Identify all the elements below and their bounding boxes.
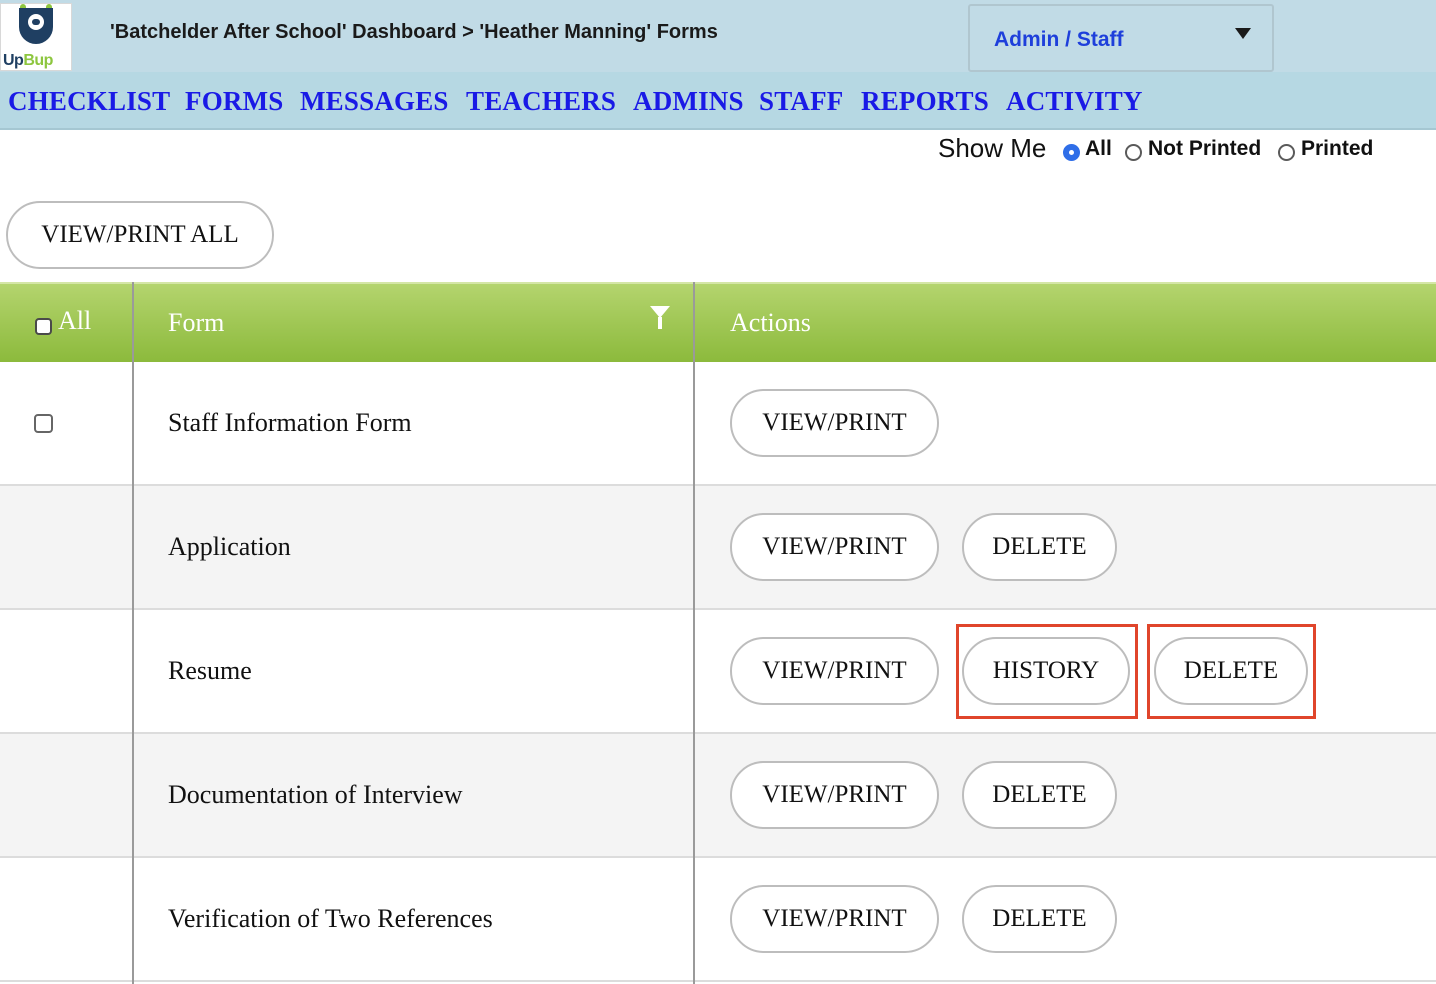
header-actions: Actions: [730, 308, 811, 337]
view-print-all-button[interactable]: VIEW/PRINT ALL: [6, 201, 274, 269]
view-print-button[interactable]: VIEW/PRINT: [730, 637, 939, 705]
forms-table: All Form Actions Staff Information Form …: [0, 282, 1436, 984]
form-name: Documentation of Interview: [168, 780, 463, 809]
view-print-button[interactable]: VIEW/PRINT: [730, 513, 939, 581]
role-dropdown-value: Admin / Staff: [994, 28, 1124, 51]
nav-checklist[interactable]: CHECKLIST: [8, 86, 170, 117]
delete-button[interactable]: DELETE: [962, 885, 1117, 953]
show-me-label: Show Me: [938, 133, 1047, 163]
radio-all-label[interactable]: All: [1085, 137, 1112, 161]
row-checkbox[interactable]: [34, 414, 53, 433]
column-divider: [693, 282, 695, 984]
nav-activity[interactable]: ACTIVITY: [1006, 86, 1143, 117]
radio-printed-label[interactable]: Printed: [1301, 137, 1373, 161]
header-all: All: [58, 306, 92, 335]
top-header: UpBup 'Batchelder After School' Dashboar…: [0, 0, 1436, 72]
history-button[interactable]: HISTORY: [962, 637, 1130, 705]
role-dropdown[interactable]: Admin / Staff: [968, 4, 1274, 72]
delete-button[interactable]: DELETE: [1154, 637, 1308, 705]
filter-icon[interactable]: [650, 306, 670, 329]
nav-forms[interactable]: FORMS: [185, 86, 284, 117]
delete-button[interactable]: DELETE: [962, 761, 1117, 829]
header-form[interactable]: Form: [168, 308, 224, 338]
view-print-button[interactable]: VIEW/PRINT: [730, 389, 939, 457]
breadcrumb: 'Batchelder After School' Dashboard > 'H…: [110, 21, 718, 43]
table-row: Verification of Two References VIEW/PRIN…: [0, 858, 1436, 982]
radio-all[interactable]: [1063, 144, 1080, 161]
form-name: Application: [168, 532, 291, 561]
dropdown-caret-icon: [1235, 28, 1251, 39]
table-row: Application VIEW/PRINT DELETE: [0, 486, 1436, 610]
table-row: Staff Information Form VIEW/PRINT: [0, 362, 1436, 486]
main-nav: CHECKLIST FORMS MESSAGES TEACHERS ADMINS…: [0, 72, 1436, 130]
table-row: Documentation of Interview VIEW/PRINT DE…: [0, 734, 1436, 858]
column-divider: [132, 282, 134, 984]
nav-messages[interactable]: MESSAGES: [300, 86, 449, 117]
table-header: All Form Actions: [0, 282, 1436, 362]
form-name: Resume: [168, 656, 252, 685]
form-name: Verification of Two References: [168, 904, 493, 933]
view-print-button[interactable]: VIEW/PRINT: [730, 761, 939, 829]
view-print-button[interactable]: VIEW/PRINT: [730, 885, 939, 953]
radio-not-printed[interactable]: [1125, 144, 1142, 161]
nav-reports[interactable]: REPORTS: [861, 86, 989, 117]
nav-teachers[interactable]: TEACHERS: [466, 86, 616, 117]
upbup-logo[interactable]: UpBup: [0, 3, 72, 71]
nav-staff[interactable]: STAFF: [759, 86, 844, 117]
radio-not-printed-label[interactable]: Not Printed: [1148, 137, 1261, 161]
form-name: Staff Information Form: [168, 408, 412, 437]
cup-icon: [19, 8, 53, 44]
radio-printed[interactable]: [1278, 144, 1295, 161]
nav-admins[interactable]: ADMINS: [633, 86, 744, 117]
table-row: Resume VIEW/PRINT HISTORY DELETE: [0, 610, 1436, 734]
select-all-checkbox[interactable]: [35, 318, 52, 335]
delete-button[interactable]: DELETE: [962, 513, 1117, 581]
logo-wordmark: UpBup: [3, 52, 53, 69]
